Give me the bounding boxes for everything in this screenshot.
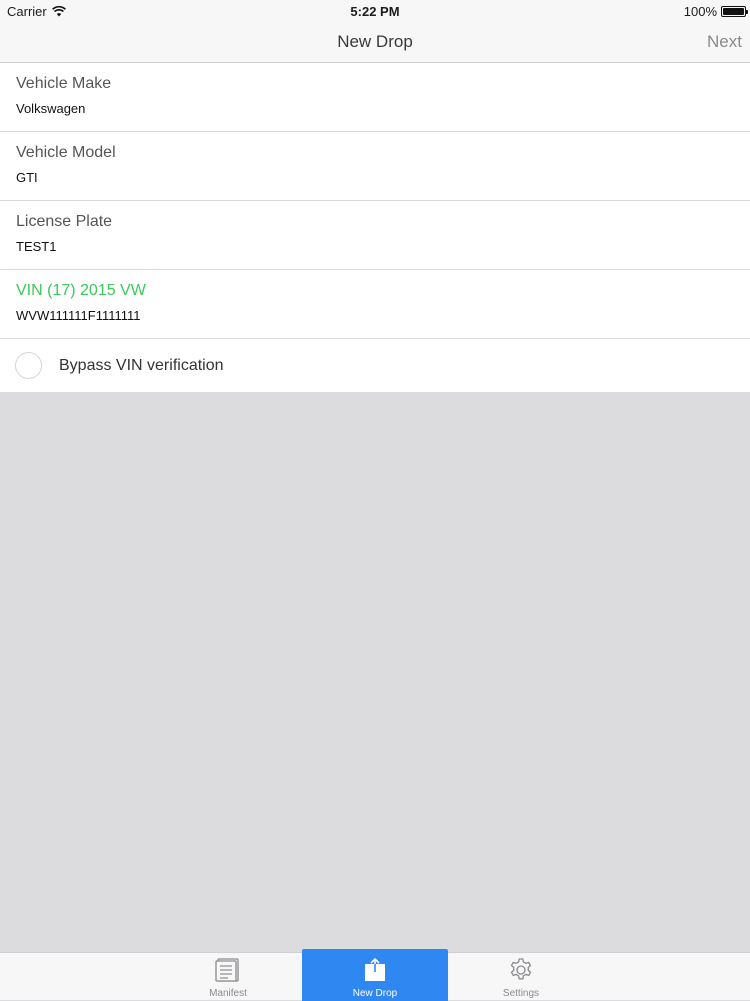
tab-new-drop[interactable]: New Drop [302, 949, 448, 1001]
license-plate-value[interactable]: TEST1 [16, 239, 56, 254]
battery-indicator: 100% [683, 4, 748, 19]
tab-settings-label: Settings [502, 988, 540, 999]
bypass-vin-row[interactable]: Bypass VIN verification [0, 339, 750, 392]
bypass-vin-radio[interactable] [15, 352, 42, 379]
vin-field[interactable]: VIN (17) 2015 VW WVW111111F1111111 [0, 270, 750, 339]
battery-percent: 100% [683, 4, 717, 19]
clock: 5:22 PM [350, 4, 400, 19]
next-button[interactable]: Next [707, 32, 742, 52]
license-plate-field[interactable]: License Plate TEST1 [0, 201, 750, 270]
upload-icon [365, 958, 385, 981]
vehicle-model-value[interactable]: GTI [16, 170, 38, 185]
license-plate-label: License Plate [16, 213, 113, 230]
vin-value[interactable]: WVW111111F1111111 [16, 308, 141, 323]
bypass-vin-label: Bypass VIN verification [59, 357, 224, 374]
tab-settings[interactable]: Settings [448, 953, 594, 1001]
vehicle-form: Vehicle Make Volkswagen Vehicle Model GT… [0, 63, 750, 392]
vehicle-make-value[interactable]: Volkswagen [16, 101, 85, 116]
navigation-bar: New Drop Next [0, 22, 750, 63]
vin-label: VIN (17) 2015 VW [16, 282, 146, 299]
tab-new-drop-label: New Drop [352, 988, 398, 999]
battery-icon [721, 6, 748, 17]
tab-manifest[interactable]: Manifest [155, 953, 301, 1001]
tab-manifest-label: Manifest [209, 988, 247, 999]
vehicle-make-field[interactable]: Vehicle Make Volkswagen [0, 63, 750, 132]
status-bar: Carrier 5:22 PM 100% [0, 0, 750, 22]
gear-icon [510, 958, 532, 980]
vehicle-model-field[interactable]: Vehicle Model GTI [0, 132, 750, 201]
tab-bar: Manifest New Drop Settings [0, 949, 750, 1001]
vehicle-model-label: Vehicle Model [16, 144, 116, 161]
manifest-icon [215, 958, 239, 982]
vehicle-make-label: Vehicle Make [16, 75, 112, 92]
page-title: New Drop [337, 32, 413, 51]
